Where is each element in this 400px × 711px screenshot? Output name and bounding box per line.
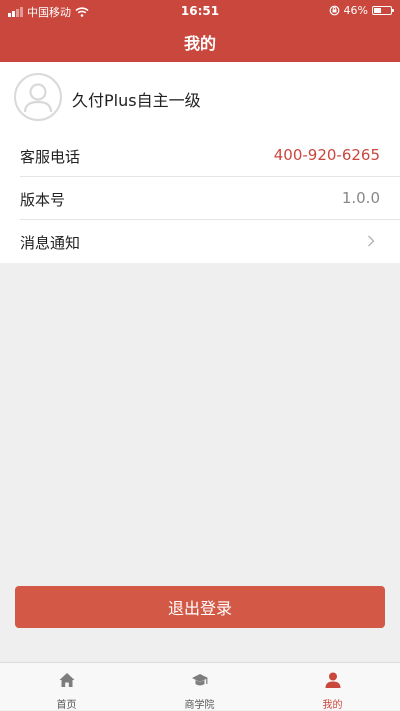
notifications-label: 消息通知 [20, 234, 81, 252]
profile-name: 久付Plus自主一级 [72, 91, 201, 110]
battery-fill [374, 8, 382, 13]
profile-row[interactable]: 久付Plus自主一级 [0, 62, 400, 134]
tab-home-label: 首页 [56, 700, 77, 711]
customer-service-phone[interactable]: 400-920-6265 [274, 146, 380, 164]
version-value: 1.0.0 [341, 189, 380, 207]
orientation-lock-icon [329, 5, 339, 16]
default-avatar-icon [23, 83, 53, 113]
tab-academy[interactable]: 商学院 [133, 663, 266, 711]
tab-home[interactable]: 首页 [0, 663, 133, 711]
tab-bar: 首页 商学院 我的 [0, 662, 400, 711]
tab-mine-label: 我的 [322, 700, 343, 711]
page-title: 我的 [183, 34, 216, 53]
customer-service-row[interactable]: 客服电话 400-920-6265 [0, 134, 400, 177]
version-label: 版本号 [20, 191, 66, 209]
customer-service-label: 客服电话 [20, 148, 81, 166]
version-row: 版本号 1.0.0 [0, 177, 400, 220]
battery-icon [372, 6, 394, 15]
status-right: 46% [329, 4, 394, 17]
battery-percent: 46% [343, 4, 368, 17]
logout-button[interactable]: 退出登录 [15, 586, 385, 628]
tab-mine[interactable]: 我的 [266, 663, 399, 711]
chevron-right-icon [368, 235, 375, 247]
notifications-row[interactable]: 消息通知 [0, 220, 400, 263]
status-bar: 中国移动 16:51 46% [0, 0, 400, 22]
avatar[interactable] [14, 73, 62, 121]
home-icon [59, 673, 74, 687]
graduation-cap-icon [191, 674, 208, 686]
settings-card: 久付Plus自主一级 客服电话 400-920-6265 版本号 1.0.0 消… [0, 62, 400, 263]
top-bar: 中国移动 16:51 46% 我的 [0, 0, 400, 62]
user-icon [325, 672, 340, 688]
tab-academy-label: 商学院 [184, 700, 215, 711]
